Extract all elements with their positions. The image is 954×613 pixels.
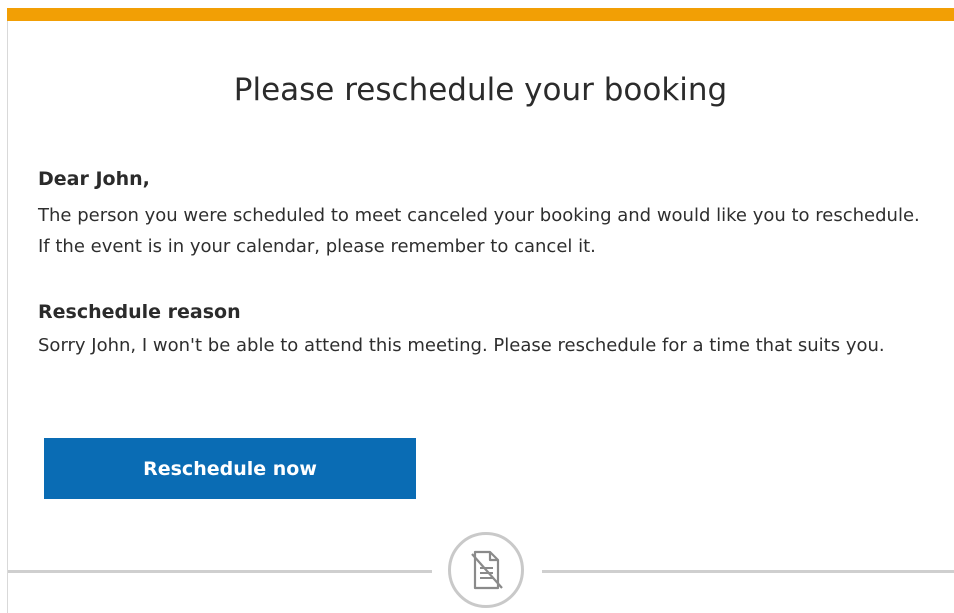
reason-text: Sorry John, I won't be able to attend th… — [38, 335, 885, 356]
footer-divider-left — [8, 570, 432, 573]
accent-top-bar — [7, 8, 954, 21]
greeting: Dear John, — [38, 168, 150, 190]
document-icon — [471, 550, 503, 590]
footer-divider-right — [542, 570, 954, 573]
cancellation-message: The person you were scheduled to meet ca… — [38, 205, 920, 257]
reschedule-now-button[interactable]: Reschedule now — [44, 438, 416, 499]
reason-heading: Reschedule reason — [38, 301, 241, 323]
document-icon-badge — [448, 532, 524, 608]
email-title: Please reschedule your booking — [233, 72, 728, 108]
